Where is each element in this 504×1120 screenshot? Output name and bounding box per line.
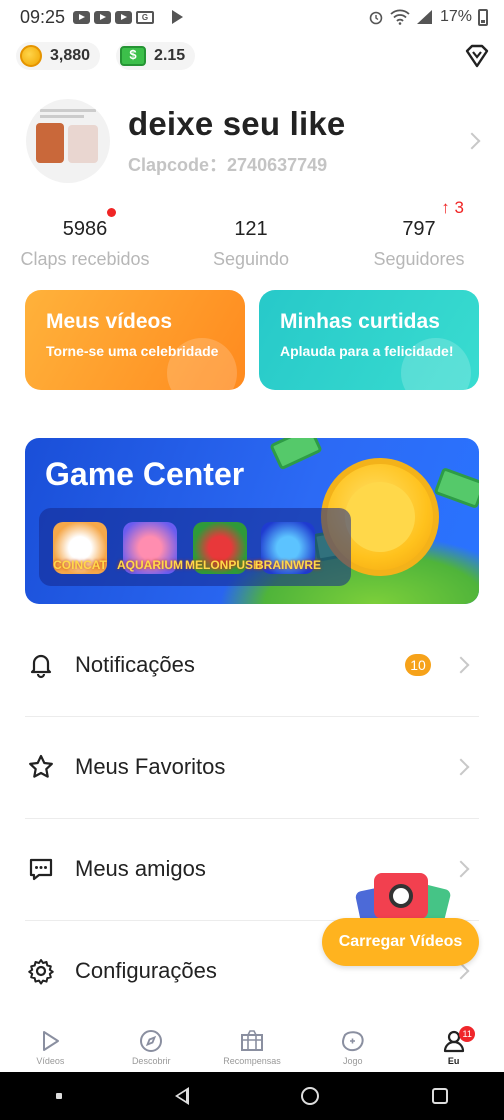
cash-balance: 2.15 [154,47,186,64]
wifi-icon [390,9,410,25]
chat-icon [29,858,53,881]
back-icon[interactable] [174,1087,189,1105]
me-badge: 11 [459,1026,476,1042]
menu-label: Meus amigos [75,856,206,881]
notification-badge: 10 [405,654,431,676]
gear-icon [28,959,54,985]
my-videos-title: Meus vídeos [46,310,173,333]
arrow-up-icon: ↑ [441,198,450,217]
nav-games[interactable]: Jogo [302,1022,403,1072]
game-label: COINCAT [53,558,107,572]
menu-label: Notificações [75,652,195,677]
game-label: BRAINWRE [255,558,321,572]
cash-icon [120,46,147,66]
chevron-right-icon [452,656,470,674]
followers-delta: 3 [454,198,464,217]
nav-videos[interactable]: Vídeos [0,1022,101,1072]
menu-favorites[interactable]: Meus Favoritos [25,716,479,818]
my-videos-card[interactable]: Meus vídeos Torne-se uma celebridade [25,290,245,390]
play-store-icon [172,10,184,24]
stat-followers-label: Seguidores [373,249,465,269]
stat-following[interactable]: 121 Seguindo [166,198,336,270]
my-likes-card[interactable]: Minhas curtidas Aplauda para a felicidad… [259,290,479,390]
status-right: 17% [368,8,488,26]
bottom-nav: Vídeos Descobrir Recompensas Jogo Eu 11 [0,1022,504,1072]
youtube-notification-icon [94,10,112,24]
system-nav-bar [0,1072,504,1120]
home-icon[interactable] [301,1087,320,1105]
clapcode-value: 2740637749 [227,155,328,175]
game-icon [341,1031,364,1052]
menu-label: Meus Favoritos [75,754,226,779]
nav-label: Recompensas [223,1056,281,1066]
game-center-title: Game Center [45,456,245,492]
coins-balance: 3,880 [50,47,91,64]
game-center-banner[interactable]: Game Center COINCAT AQUARIUM MELONPUSH B… [25,438,479,604]
gift-icon [240,1030,263,1051]
status-bar: 09:25 G 17% [0,0,504,34]
chevron-right-icon [452,758,470,776]
stat-following-value: 121 [234,218,268,240]
new-dot [107,208,116,217]
battery-icon [478,8,488,26]
avatar[interactable] [26,99,110,183]
nav-rewards[interactable]: Recompensas [202,1022,303,1072]
vip-diamond-icon[interactable] [464,43,490,69]
play-icon [43,1031,60,1051]
profile-info: deixe seu like Clapcode：2740637749 [128,105,466,177]
compass-icon [140,1030,163,1052]
game-label: MELONPUSH [185,558,262,572]
bell-icon [30,654,52,679]
nav-discover[interactable]: Descobrir [101,1022,202,1072]
alarm-icon [369,11,383,25]
coins-pill[interactable]: 3,880 [16,42,101,70]
nav-me[interactable]: Eu 11 [403,1022,504,1072]
stats-row: 5986 Claps recebidos 121 Seguindo 797 Se… [0,198,504,272]
stat-claps[interactable]: 5986 Claps recebidos [0,198,170,270]
recents-icon[interactable] [431,1088,448,1104]
keyboard-dot-icon [56,1093,63,1099]
nav-label: Descobrir [131,1056,171,1066]
coin-icon [20,45,42,67]
youtube-notification-icon [115,10,133,24]
money-bill-icon [269,438,323,471]
menu-notifications[interactable]: Notificações 10 [25,614,479,716]
nav-label: Eu [447,1056,460,1066]
news-notification-icon: G [136,10,155,24]
cash-pill[interactable]: 2.15 [116,42,196,70]
stat-followers-value: 797 [402,218,436,240]
my-likes-title: Minhas curtidas [280,310,440,333]
menu-label: Configurações [75,958,217,983]
wallet-bar: 3,880 2.15 [16,40,490,72]
clapcode-label: Clapcode： [128,155,228,175]
nav-label: Jogo [343,1056,363,1066]
chevron-right-icon [452,860,470,878]
upload-videos-button[interactable]: Carregar Vídeos [322,918,479,966]
chevron-right-icon [463,132,481,150]
star-icon [29,754,53,778]
stat-claps-label: Claps recebidos [20,249,150,269]
money-bill-icon [433,466,479,510]
youtube-notification-icon [73,10,91,24]
status-time: 09:25 [20,6,66,27]
game-label: AQUARIUM [117,558,183,572]
signal-icon [416,10,432,24]
stat-following-label: Seguindo [212,249,290,269]
battery-percent: 17% [439,8,472,25]
profile-name: deixe seu like [128,105,346,142]
followers-increase: ↑ 3 [441,198,464,218]
stat-followers[interactable]: 797 Seguidores [334,198,504,270]
profile-header[interactable]: deixe seu like Clapcode：2740637749 [26,96,481,186]
stat-claps-value: 5986 [62,218,108,240]
nav-label: Vídeos [36,1056,65,1066]
camera-icon [374,873,428,919]
clapcode: Clapcode：2740637749 [128,151,466,177]
